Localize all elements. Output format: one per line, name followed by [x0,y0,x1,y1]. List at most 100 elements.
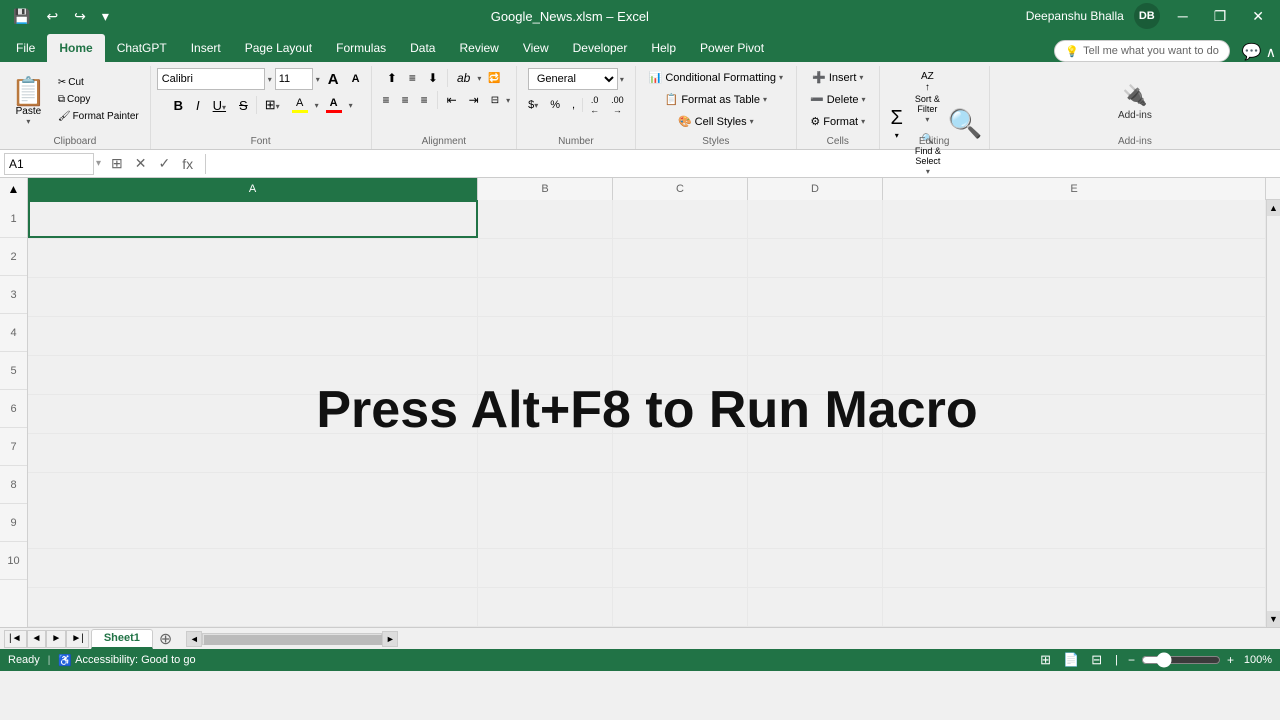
cell-d1[interactable] [748,200,883,238]
cell-c2[interactable] [613,239,748,277]
row-header-9[interactable]: 9 [0,504,27,542]
expand-formula-button[interactable]: ⊞ [107,155,127,172]
row-header-10[interactable]: 10 [0,542,27,580]
cell-b7[interactable] [478,434,613,472]
scroll-down-arrow[interactable]: ▼ [1267,611,1280,627]
format-cells-button[interactable]: ⚙ Format ▾ [803,112,872,131]
strikethrough-button[interactable]: S [234,96,253,115]
cell-e10[interactable] [883,588,1266,626]
currency-button[interactable]: $▾ [523,97,543,113]
col-header-b[interactable]: B [478,178,613,200]
close-button[interactable]: ✕ [1244,6,1272,27]
cell-c7[interactable] [613,434,748,472]
addins-button[interactable]: 🔌 Add-ins [1111,78,1159,126]
increase-decimal-button[interactable]: .0← [585,93,604,117]
delete-cells-button[interactable]: ➖ Delete ▾ [803,90,873,109]
cell-a8[interactable] [28,473,478,549]
row-header-8[interactable]: 8 [0,466,27,504]
cell-b5[interactable] [478,356,613,394]
tab-formulas[interactable]: Formulas [324,34,398,62]
zoom-in-button[interactable]: + [1227,653,1234,667]
font-name-dropdown-arrow[interactable]: ▾ [268,75,272,84]
cell-e1[interactable] [883,200,1266,238]
hscroll-thumb[interactable] [204,635,384,645]
row-header-2[interactable]: 2 [0,238,27,276]
hscroll-left[interactable]: ◄ [186,631,202,647]
customize-qat-button[interactable]: ▾ [97,6,114,27]
cell-b3[interactable] [478,278,613,316]
cell-b4[interactable] [478,317,613,355]
fill-color-button[interactable]: A [288,95,312,115]
cell-a2[interactable] [28,239,478,277]
zoom-out-button[interactable]: − [1128,653,1135,667]
tab-data[interactable]: Data [398,34,447,62]
page-break-view-button[interactable]: ⊟ [1088,652,1105,668]
undo-qat-button[interactable]: ↩ [41,6,63,27]
cell-styles-button[interactable]: 🎨 Cell Styles ▾ [671,112,761,131]
comments-button[interactable]: 💬 [1242,42,1262,62]
row-header-4[interactable]: 4 [0,314,27,352]
add-sheet-button[interactable]: ⊕ [153,629,178,649]
decrease-decimal-button[interactable]: .00→ [606,93,629,117]
sheet-nav-last[interactable]: ►| [66,630,89,648]
row-header-1[interactable]: 1 [0,200,27,238]
tab-insert[interactable]: Insert [179,34,233,62]
cell-c6[interactable] [613,395,748,433]
align-right-button[interactable]: ≡ [416,90,433,110]
row-header-3[interactable]: 3 [0,276,27,314]
font-color-dropdown[interactable]: ▾ [349,101,353,110]
collapse-ribbon-button[interactable]: ∧ [1266,44,1276,61]
scroll-up-arrow[interactable]: ▲ [1267,200,1280,216]
minimize-button[interactable]: ─ [1170,6,1196,26]
tab-review[interactable]: Review [447,34,510,62]
cell-a3[interactable] [28,278,478,316]
row-header-7[interactable]: 7 [0,428,27,466]
cell-c9[interactable] [613,549,748,587]
cell-d8[interactable] [748,473,883,549]
cell-d2[interactable] [748,239,883,277]
align-center-button[interactable]: ≡ [397,90,414,110]
col-header-d[interactable]: D [748,178,883,200]
format-as-table-button[interactable]: 📋 Format as Table ▾ [658,90,774,109]
bold-button[interactable]: B [169,96,188,115]
normal-view-button[interactable]: ⊞ [1037,652,1054,668]
cell-d5[interactable] [748,356,883,394]
comma-button[interactable]: , [567,97,580,113]
cell-b10[interactable] [478,588,613,626]
tab-view[interactable]: View [511,34,561,62]
cell-a5[interactable] [28,356,478,394]
cell-b1[interactable] [478,200,613,238]
redo-qat-button[interactable]: ↪ [69,6,91,27]
tab-developer[interactable]: Developer [561,34,640,62]
save-qat-button[interactable]: 💾 [8,6,35,27]
cell-a7[interactable] [28,434,478,472]
cell-d4[interactable] [748,317,883,355]
cell-c5[interactable] [613,356,748,394]
cell-b2[interactable] [478,239,613,277]
wrap-text-button[interactable]: 🔁 [483,70,505,87]
cell-d9[interactable] [748,549,883,587]
row-header-5[interactable]: 5 [0,352,27,390]
confirm-formula-button[interactable]: ✓ [155,155,175,172]
name-box[interactable] [4,153,94,175]
cell-e3[interactable] [883,278,1266,316]
vertical-scrollbar[interactable]: ▲ ▼ [1266,200,1280,627]
cell-e2[interactable] [883,239,1266,277]
cell-a9[interactable] [28,549,478,587]
sheet-nav-first[interactable]: |◄ [4,630,27,648]
insert-cells-button[interactable]: ➕ Insert ▾ [805,68,870,87]
font-name-input[interactable] [157,68,265,90]
tab-home[interactable]: Home [47,34,104,62]
cell-e6[interactable] [883,395,1266,433]
page-layout-view-button[interactable]: 📄 [1060,652,1082,668]
cell-e9[interactable] [883,549,1266,587]
cell-e4[interactable] [883,317,1266,355]
align-bottom-button[interactable]: ⬇ [423,68,443,88]
borders-button[interactable]: ⊞▾ [260,95,285,115]
indent-left-button[interactable]: ⇤ [442,90,462,110]
user-avatar[interactable]: DB [1134,3,1160,29]
cell-e5[interactable] [883,356,1266,394]
copy-button[interactable]: ⧉ Copy [53,92,144,107]
scroll-track[interactable] [1267,216,1280,611]
cell-d3[interactable] [748,278,883,316]
